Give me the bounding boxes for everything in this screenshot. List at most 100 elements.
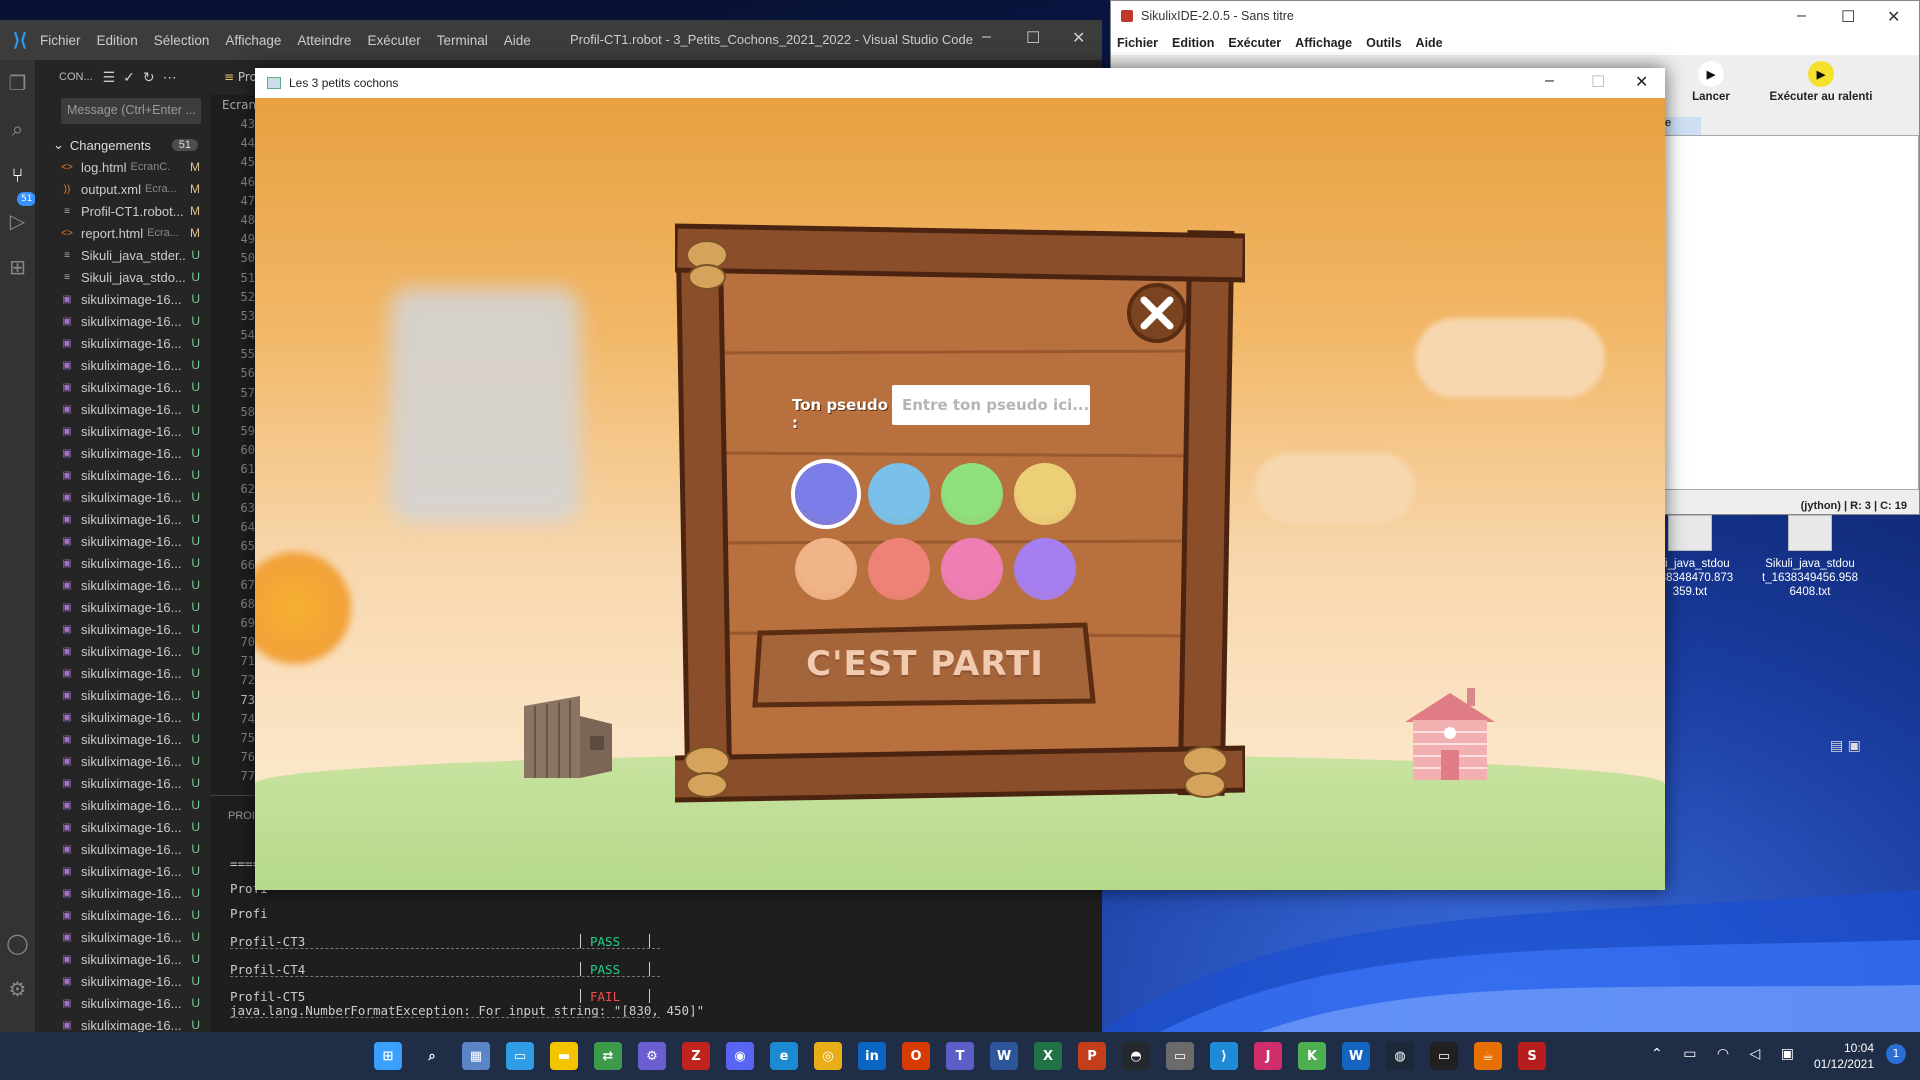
changed-file-item[interactable]: )) output.xml Ecra... M bbox=[35, 178, 210, 200]
java-icon[interactable]: ☕ bbox=[1474, 1042, 1502, 1070]
file-explorer-icon[interactable]: ▬ bbox=[550, 1042, 578, 1070]
changed-file-item[interactable]: ▣ sikuliximage-16... U bbox=[35, 464, 210, 486]
edge-icon[interactable]: e bbox=[770, 1042, 798, 1070]
minimize-icon[interactable]: – bbox=[1545, 72, 1554, 90]
changed-file-item[interactable]: ▣ sikuliximage-16... U bbox=[35, 596, 210, 618]
menu-affichage[interactable]: Affichage bbox=[225, 33, 281, 48]
powerpoint-icon[interactable]: P bbox=[1078, 1042, 1106, 1070]
changes-group-header[interactable]: ⌄ Changements 51 bbox=[35, 134, 210, 156]
github-icon[interactable]: ◓ bbox=[1122, 1042, 1150, 1070]
changed-file-item[interactable]: ▣ sikuliximage-16... U bbox=[35, 288, 210, 310]
changed-file-item[interactable]: ▣ sikuliximage-16... U bbox=[35, 992, 210, 1014]
color-swatch[interactable] bbox=[941, 538, 1003, 600]
changed-file-item[interactable]: ▣ sikuliximage-16... U bbox=[35, 486, 210, 508]
office-icon[interactable]: O bbox=[902, 1042, 930, 1070]
system-tray-icons[interactable]: ⌃ ▭ ◠ ◁ ▣ bbox=[1651, 1046, 1802, 1062]
network-app-icon[interactable]: ⇄ bbox=[594, 1042, 622, 1070]
settings-gear-icon[interactable]: ⚙ bbox=[0, 966, 35, 1012]
changed-file-item[interactable]: ▣ sikuliximage-16... U bbox=[35, 618, 210, 640]
discord-icon[interactable]: ◉ bbox=[726, 1042, 754, 1070]
panel-tab[interactable]: PROI bbox=[228, 810, 255, 822]
changed-file-item[interactable]: ▣ sikuliximage-16... U bbox=[35, 926, 210, 948]
breadcrumb[interactable]: Ecran bbox=[222, 98, 256, 112]
changed-file-item[interactable]: ▣ sikuliximage-16... U bbox=[35, 728, 210, 750]
sikuli-menu-edition[interactable]: Edition bbox=[1172, 36, 1214, 50]
widgets-icon[interactable]: ▭ bbox=[506, 1042, 534, 1070]
desktop-file-stdout-2[interactable]: Sikuli_java_stdou t_1638349456.958 6408.… bbox=[1760, 515, 1860, 599]
changed-file-item[interactable]: ▣ sikuliximage-16... U bbox=[35, 398, 210, 420]
excel-icon[interactable]: X bbox=[1034, 1042, 1062, 1070]
changed-file-item[interactable]: ▣ sikuliximage-16... U bbox=[35, 552, 210, 574]
changed-file-item[interactable]: <> log.htmlEcranC... M bbox=[35, 156, 210, 178]
changed-file-item[interactable]: ▣ sikuliximage-16... U bbox=[35, 750, 210, 772]
teams-icon[interactable]: T bbox=[946, 1042, 974, 1070]
sikuli-menu-executer[interactable]: Exécuter bbox=[1228, 36, 1281, 50]
changed-file-item[interactable]: ▣ sikuliximage-16... U bbox=[35, 970, 210, 992]
search-icon[interactable]: ⌕ bbox=[418, 1042, 446, 1070]
changed-file-item[interactable]: ▣ sikuliximage-16... U bbox=[35, 310, 210, 332]
linkedin-icon[interactable]: in bbox=[858, 1042, 886, 1070]
chrome-icon[interactable]: ◎ bbox=[814, 1042, 842, 1070]
changed-file-item[interactable]: ▣ sikuliximage-16... U bbox=[35, 662, 210, 684]
sidebar-toolbar-icons[interactable]: ☰✓↻⋯ bbox=[103, 69, 185, 86]
changed-file-item[interactable]: ▣ sikuliximage-16... U bbox=[35, 838, 210, 860]
sikuli-menu-affichage[interactable]: Affichage bbox=[1295, 36, 1352, 50]
changed-file-item[interactable]: ▣ sikuliximage-16... U bbox=[35, 442, 210, 464]
changed-file-item[interactable]: ▣ sikuliximage-16... U bbox=[35, 948, 210, 970]
menu-selection[interactable]: Sélection bbox=[154, 33, 210, 48]
run-slow-button[interactable]: ▶ Exécuter au ralenti bbox=[1731, 61, 1911, 103]
changed-file-item[interactable]: ▣ sikuliximage-16... U bbox=[35, 794, 210, 816]
changed-file-item[interactable]: ▣ sikuliximage-16... U bbox=[35, 332, 210, 354]
search-icon[interactable]: ⌕ bbox=[0, 106, 35, 152]
remote-app-icon[interactable]: ⚙ bbox=[638, 1042, 666, 1070]
changed-file-item[interactable]: ▣ sikuliximage-16... U bbox=[35, 376, 210, 398]
app-w-icon[interactable]: W bbox=[1342, 1042, 1370, 1070]
changed-file-item[interactable]: ▣ sikuliximage-16... U bbox=[35, 420, 210, 442]
word-icon[interactable]: W bbox=[990, 1042, 1018, 1070]
sikuli-editor-tab[interactable]: e bbox=[1661, 117, 1701, 135]
maximize-icon[interactable]: ☐ bbox=[1841, 7, 1855, 27]
changed-file-item[interactable]: ▣ sikuliximage-16... U bbox=[35, 772, 210, 794]
changed-file-item[interactable]: ▣ sikuliximage-16... U bbox=[35, 706, 210, 728]
extensions-icon[interactable]: ⊞ bbox=[0, 244, 35, 290]
changed-file-item[interactable]: ▣ sikuliximage-16... U bbox=[35, 508, 210, 530]
view-toggle-icons[interactable]: ▤ ▣ bbox=[1830, 738, 1861, 754]
terminal-app-icon[interactable]: ▭ bbox=[1166, 1042, 1194, 1070]
changed-file-item[interactable]: ▣ sikuliximage-16... U bbox=[35, 530, 210, 552]
steam-icon[interactable]: ◍ bbox=[1386, 1042, 1414, 1070]
dialog-close-button[interactable] bbox=[1127, 283, 1187, 343]
start-icon[interactable]: ⊞ bbox=[374, 1042, 402, 1070]
maximize-icon[interactable]: ☐ bbox=[1026, 28, 1040, 48]
editor-tab[interactable]: ≡ Pro bbox=[224, 70, 257, 84]
minimize-icon[interactable]: – bbox=[1797, 7, 1806, 25]
app-k-icon[interactable]: K bbox=[1298, 1042, 1326, 1070]
sikuli-menu-fichier[interactable]: Fichier bbox=[1117, 36, 1158, 50]
changed-file-item[interactable]: ▣ sikuliximage-16... U bbox=[35, 904, 210, 926]
close-icon[interactable]: ✕ bbox=[1072, 28, 1085, 48]
color-swatch[interactable] bbox=[1014, 538, 1076, 600]
sikuli-menu-aide[interactable]: Aide bbox=[1416, 36, 1443, 50]
changed-file-item[interactable]: ▣ sikuliximage-16... U bbox=[35, 640, 210, 662]
sikuli-icon[interactable]: S bbox=[1518, 1042, 1546, 1070]
changed-file-item[interactable]: ▣ sikuliximage-16... U bbox=[35, 684, 210, 706]
jetbrains-icon[interactable]: J bbox=[1254, 1042, 1282, 1070]
minimize-icon[interactable]: – bbox=[982, 28, 991, 46]
commit-message-input[interactable]: Message (Ctrl+Enter ... bbox=[61, 98, 201, 124]
sikuli-code-editor[interactable] bbox=[1661, 135, 1919, 490]
menu-aide[interactable]: Aide bbox=[504, 33, 531, 48]
color-swatch[interactable] bbox=[941, 463, 1003, 525]
color-swatch[interactable] bbox=[1014, 463, 1076, 525]
changed-file-item[interactable]: ≡ Sikuli_java_stdo... U bbox=[35, 266, 210, 288]
menu-executer[interactable]: Exécuter bbox=[367, 33, 420, 48]
account-icon[interactable]: ◯ bbox=[0, 920, 35, 966]
color-swatch[interactable] bbox=[795, 538, 857, 600]
color-swatch[interactable] bbox=[868, 463, 930, 525]
color-swatch[interactable] bbox=[868, 538, 930, 600]
changed-file-item[interactable]: ▣ sikuliximage-16... U bbox=[35, 816, 210, 838]
sikuli-menu-outils[interactable]: Outils bbox=[1366, 36, 1401, 50]
menu-fichier[interactable]: Fichier bbox=[40, 33, 81, 48]
menu-edition[interactable]: Edition bbox=[97, 33, 138, 48]
changed-file-item[interactable]: ▣ sikuliximage-16... U bbox=[35, 354, 210, 376]
notification-badge[interactable]: 1 bbox=[1886, 1044, 1906, 1064]
changed-file-item[interactable]: <> report.html Ecra... M bbox=[35, 222, 210, 244]
